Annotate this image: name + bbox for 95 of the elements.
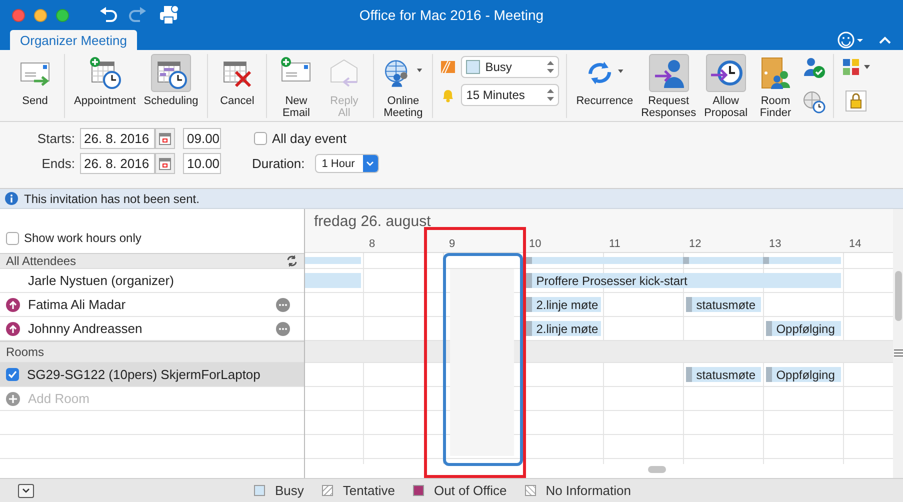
- info-icon: [5, 192, 18, 205]
- hour-label: 10: [529, 238, 542, 250]
- calendar-button[interactable]: [155, 153, 175, 174]
- legend-label: No Information: [546, 483, 631, 498]
- dropdown-value: Busy: [485, 60, 512, 74]
- busy-block: [305, 257, 361, 264]
- event-title: Oppfølging: [776, 322, 835, 336]
- chevron-down-icon: [22, 488, 30, 493]
- attendees-heading: All Attendees: [6, 254, 78, 268]
- ribbon-button[interactable]: Appointment: [72, 54, 138, 107]
- horizontal-scrollbar[interactable]: [648, 466, 666, 473]
- smiley-icon[interactable]: [837, 31, 865, 49]
- all-day-checkbox[interactable]: [254, 132, 267, 145]
- room-name: SG29-SG122 (10pers) SkjermForLaptop: [27, 367, 262, 382]
- more-icon[interactable]: [276, 322, 290, 336]
- calendar-plus-icon: [88, 56, 122, 90]
- hour-label: 13: [769, 238, 782, 250]
- dropdown-value: 15 Minutes: [466, 88, 525, 102]
- calendar-button[interactable]: [155, 128, 175, 149]
- globe-clock-icon: [802, 90, 826, 114]
- hour-label: 9: [449, 238, 456, 250]
- legend-label: Busy: [275, 483, 304, 498]
- minimize-button[interactable]: [34, 8, 47, 22]
- end-time-field[interactable]: 10.00: [183, 153, 221, 174]
- legend-label: Out of Office: [434, 483, 507, 498]
- event-title: 2.linje møte: [536, 298, 598, 312]
- hour-label: 14: [849, 238, 862, 250]
- toolbar-icon-button[interactable]: [802, 56, 826, 80]
- event-title: statusmøte: [696, 298, 756, 312]
- calendar-icon: [159, 158, 171, 170]
- ribbon-button[interactable]: Request Responses: [639, 54, 698, 119]
- collapse-icon[interactable]: [879, 36, 891, 44]
- ribbon-button[interactable]: Allow Proposal: [702, 54, 750, 119]
- all-day-label: All day event: [272, 131, 346, 146]
- attendee-name: Fatima Ali Madar: [28, 297, 127, 312]
- hour-label: 8: [369, 238, 376, 250]
- starts-label: Starts:: [36, 131, 76, 146]
- ribbon-button[interactable]: Room Finder: [754, 54, 798, 119]
- required-attendee-icon: [6, 322, 20, 336]
- print-icon[interactable]: [159, 5, 179, 25]
- work-hours-checkbox[interactable]: [6, 232, 19, 244]
- window-title: Office for Mac 2016 - Meeting: [358, 7, 545, 23]
- ribbon-button[interactable]: Recurrence: [574, 54, 636, 107]
- stepper-icon: [547, 88, 554, 102]
- hour-label: 11: [609, 238, 620, 250]
- work-hours-label: Show work hours only: [24, 231, 142, 245]
- dropdown[interactable]: 15 Minutes: [461, 84, 560, 106]
- date-heading: fredag 26. august: [305, 209, 893, 237]
- person-check-icon: [802, 56, 826, 80]
- busy-block: [305, 273, 361, 288]
- attendee-name: Jarle Nystuen (organizer): [28, 273, 175, 288]
- ends-label: Ends:: [40, 156, 76, 171]
- legend-label: Tentative: [342, 483, 395, 498]
- event-title: statusmøte: [696, 368, 756, 382]
- start-time-field[interactable]: 09.00: [183, 128, 221, 149]
- dropdown[interactable]: Busy: [461, 56, 560, 78]
- info-message: This invitation has not been sent.: [24, 192, 200, 206]
- end-date-field[interactable]: 26. 8. 2016: [80, 153, 155, 174]
- zoom-button[interactable]: [56, 8, 69, 22]
- event-title: 2.linje møte: [536, 322, 598, 336]
- busy-swatch: [466, 60, 480, 74]
- ribbon-button[interactable]: Send: [13, 54, 57, 107]
- vertical-scrollbar[interactable]: [895, 271, 902, 321]
- room-row[interactable]: SG29-SG122 (10pers) SkjermForLaptop: [0, 363, 304, 387]
- attendee-name: Johnny Andreassen: [28, 321, 144, 336]
- required-attendee-icon: [6, 298, 20, 312]
- chevron-down-icon: [366, 161, 374, 166]
- redo-icon[interactable]: [129, 7, 147, 23]
- start-date-field[interactable]: 26. 8. 2016: [80, 128, 155, 149]
- more-icon[interactable]: [276, 298, 290, 312]
- lock-icon: [844, 90, 867, 112]
- ribbon-button[interactable]: Online Meeting: [381, 54, 426, 119]
- refresh-icon[interactable]: [286, 255, 298, 267]
- ribbon-button[interactable]: Scheduling: [142, 54, 200, 107]
- expand-button[interactable]: [18, 484, 34, 498]
- meeting-selection[interactable]: [443, 253, 523, 466]
- toolbar-icon-button[interactable]: [802, 90, 826, 114]
- ribbon-button[interactable]: New Email: [274, 54, 318, 119]
- room-finder-icon: [758, 56, 793, 90]
- event-title: Oppfølging: [776, 368, 835, 382]
- ribbon-tab[interactable]: Organizer Meeting: [10, 30, 137, 50]
- undo-icon[interactable]: [99, 7, 117, 23]
- menu-icon[interactable]: [894, 349, 903, 357]
- calendar-icon: [159, 132, 171, 144]
- room-checkbox[interactable]: [6, 368, 19, 381]
- event-title: Proffere Prosesser kick-start: [536, 274, 688, 288]
- hour-label: 12: [689, 238, 702, 250]
- show-as-icon: [440, 59, 456, 75]
- ribbon-button[interactable]: Cancel: [215, 54, 260, 107]
- rooms-heading: Rooms: [6, 345, 44, 359]
- add-icon: [6, 392, 20, 406]
- duration-dropdown[interactable]: 1 Hour: [314, 154, 379, 173]
- toolbar-icon-button[interactable]: [844, 90, 867, 112]
- stepper-icon: [547, 60, 554, 74]
- duration-label: Duration:: [252, 156, 305, 171]
